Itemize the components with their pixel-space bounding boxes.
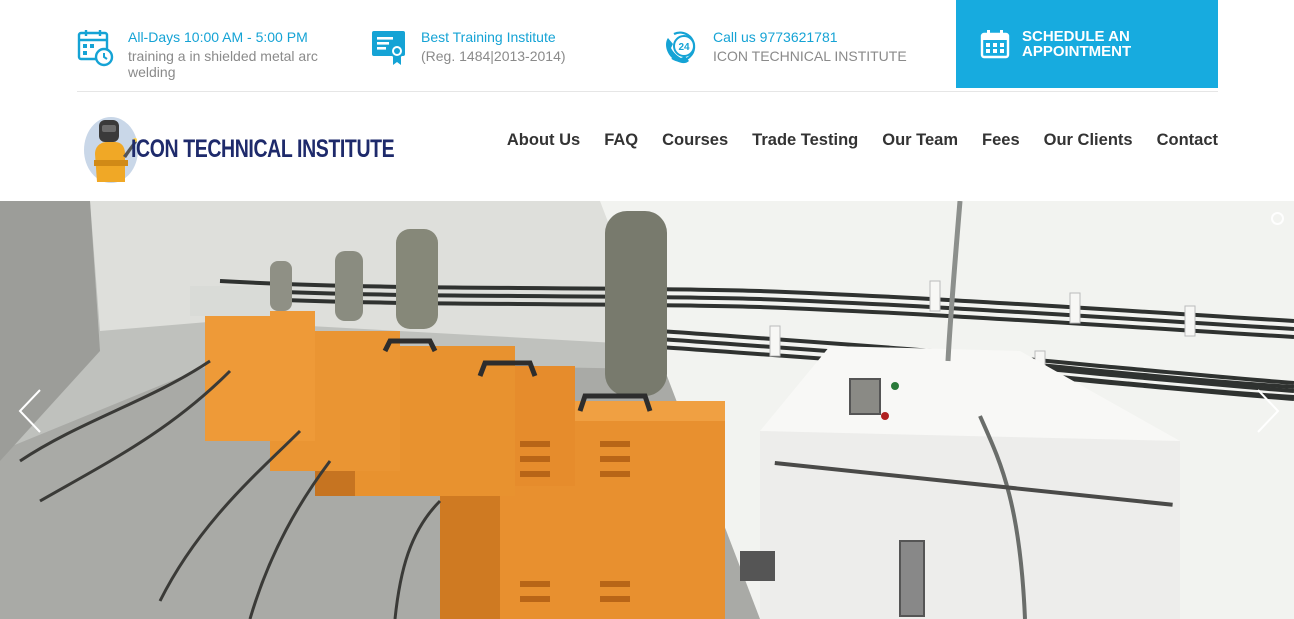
hero-slider <box>0 201 1294 619</box>
main-nav: About Us FAQ Courses Trade Testing Our T… <box>483 128 1218 152</box>
header-divider <box>77 91 1218 92</box>
certificate-icon <box>370 28 408 68</box>
nav-our-clients[interactable]: Our Clients <box>1044 128 1133 152</box>
hours-title: All-Days 10:00 AM - 5:00 PM <box>128 29 308 45</box>
calendar-icon <box>980 29 1010 59</box>
nav-our-team[interactable]: Our Team <box>882 128 958 152</box>
hours-info: All-Days 10:00 AM - 5:00 PM training a i… <box>77 28 343 80</box>
phone-24-icon: 24 <box>662 28 700 68</box>
top-info-bar: All-Days 10:00 AM - 5:00 PM training a i… <box>0 0 1294 92</box>
nav-faq[interactable]: FAQ <box>604 128 638 152</box>
nav-about-us[interactable]: About Us <box>507 128 580 152</box>
svg-text:24: 24 <box>678 42 690 53</box>
site-logo[interactable]: ICON TECHNICAL INSTITUTE <box>79 110 395 184</box>
call-info: 24 Call us 9773621781 ICON TECHNICAL INS… <box>662 28 907 68</box>
training-info: Best Training Institute (Reg. 1484|2013-… <box>370 28 566 68</box>
logo-text: ICON TECHNICAL INSTITUTE <box>131 135 395 163</box>
hours-subtitle: training a in shielded metal arc welding <box>128 48 318 80</box>
call-title[interactable]: Call us 9773621781 <box>713 28 907 46</box>
call-subtitle: ICON TECHNICAL INSTITUTE <box>713 48 907 64</box>
schedule-appointment-button[interactable]: SCHEDULE AN APPOINTMENT <box>956 0 1218 88</box>
training-subtitle: (Reg. 1484|2013-2014) <box>421 48 566 64</box>
welder-figure-icon <box>79 110 139 184</box>
nav-trade-testing[interactable]: Trade Testing <box>752 128 858 152</box>
nav-contact[interactable]: Contact <box>1157 128 1218 152</box>
calendar-clock-icon <box>77 28 115 68</box>
welding-workshop-photo <box>0 201 1294 619</box>
chevron-left-icon[interactable] <box>16 388 46 434</box>
nav-courses[interactable]: Courses <box>662 128 728 152</box>
slide-dot[interactable] <box>1271 212 1284 225</box>
nav-fees[interactable]: Fees <box>982 128 1020 152</box>
training-title: Best Training Institute <box>421 29 556 45</box>
chevron-right-icon[interactable] <box>1252 388 1282 434</box>
schedule-appointment-label: SCHEDULE AN APPOINTMENT <box>1022 28 1132 60</box>
